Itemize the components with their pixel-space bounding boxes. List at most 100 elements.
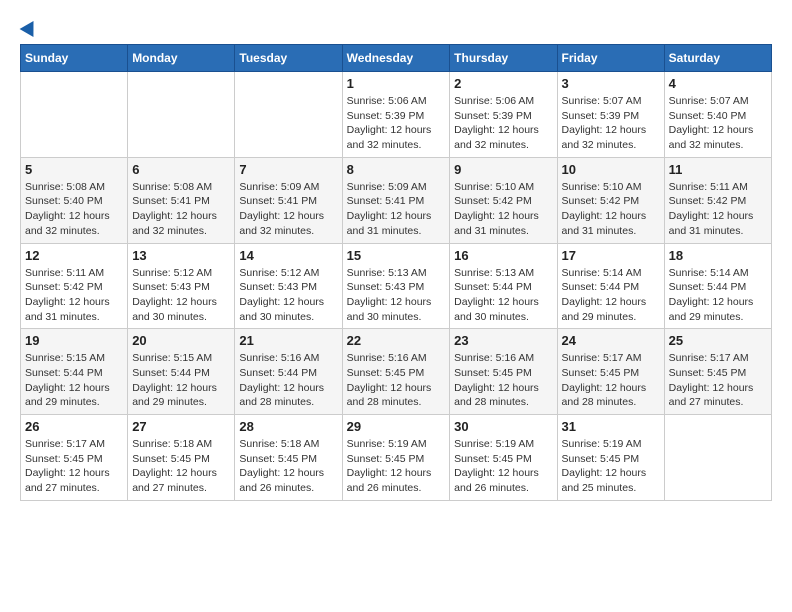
day-info: Sunrise: 5:19 AM Sunset: 5:45 PM Dayligh… xyxy=(454,437,552,496)
calendar-day-cell: 26 Sunrise: 5:17 AM Sunset: 5:45 PM Dayli… xyxy=(21,415,128,501)
day-number: 26 xyxy=(25,419,123,434)
calendar-day-cell: 9 Sunrise: 5:10 AM Sunset: 5:42 PM Daylig… xyxy=(450,157,557,243)
calendar-week-row: 26 Sunrise: 5:17 AM Sunset: 5:45 PM Dayli… xyxy=(21,415,772,501)
day-number: 19 xyxy=(25,333,123,348)
day-number: 31 xyxy=(562,419,660,434)
day-info: Sunrise: 5:15 AM Sunset: 5:44 PM Dayligh… xyxy=(25,351,123,410)
day-info: Sunrise: 5:17 AM Sunset: 5:45 PM Dayligh… xyxy=(562,351,660,410)
day-info: Sunrise: 5:10 AM Sunset: 5:42 PM Dayligh… xyxy=(562,180,660,239)
day-info: Sunrise: 5:16 AM Sunset: 5:45 PM Dayligh… xyxy=(454,351,552,410)
calendar-week-row: 1 Sunrise: 5:06 AM Sunset: 5:39 PM Daylig… xyxy=(21,72,772,158)
weekday-header-wednesday: Wednesday xyxy=(342,45,450,72)
day-info: Sunrise: 5:13 AM Sunset: 5:43 PM Dayligh… xyxy=(347,266,446,325)
day-info: Sunrise: 5:16 AM Sunset: 5:44 PM Dayligh… xyxy=(239,351,337,410)
day-info: Sunrise: 5:08 AM Sunset: 5:41 PM Dayligh… xyxy=(132,180,230,239)
day-number: 23 xyxy=(454,333,552,348)
calendar-day-cell: 10 Sunrise: 5:10 AM Sunset: 5:42 PM Dayli… xyxy=(557,157,664,243)
day-number: 8 xyxy=(347,162,446,177)
calendar-empty-cell xyxy=(128,72,235,158)
weekday-header-tuesday: Tuesday xyxy=(235,45,342,72)
calendar-day-cell: 21 Sunrise: 5:16 AM Sunset: 5:44 PM Dayli… xyxy=(235,329,342,415)
day-number: 1 xyxy=(347,76,446,91)
weekday-header-friday: Friday xyxy=(557,45,664,72)
calendar-day-cell: 18 Sunrise: 5:14 AM Sunset: 5:44 PM Dayli… xyxy=(664,243,771,329)
day-info: Sunrise: 5:19 AM Sunset: 5:45 PM Dayligh… xyxy=(562,437,660,496)
calendar-week-row: 5Sunrise: 5:08 AM Sunset: 5:40 PM Daylig… xyxy=(21,157,772,243)
day-number: 24 xyxy=(562,333,660,348)
calendar-day-cell: 30 Sunrise: 5:19 AM Sunset: 5:45 PM Dayli… xyxy=(450,415,557,501)
day-number: 25 xyxy=(669,333,767,348)
calendar-day-cell: 27Sunrise: 5:18 AM Sunset: 5:45 PM Dayli… xyxy=(128,415,235,501)
day-number: 29 xyxy=(347,419,446,434)
calendar-day-cell: 14Sunrise: 5:12 AM Sunset: 5:43 PM Dayli… xyxy=(235,243,342,329)
calendar-day-cell: 19 Sunrise: 5:15 AM Sunset: 5:44 PM Dayli… xyxy=(21,329,128,415)
day-number: 21 xyxy=(239,333,337,348)
calendar-week-row: 12 Sunrise: 5:11 AM Sunset: 5:42 PM Dayli… xyxy=(21,243,772,329)
calendar-day-cell: 15 Sunrise: 5:13 AM Sunset: 5:43 PM Dayli… xyxy=(342,243,450,329)
calendar-day-cell: 4 Sunrise: 5:07 AM Sunset: 5:40 PM Daylig… xyxy=(664,72,771,158)
day-info: Sunrise: 5:14 AM Sunset: 5:44 PM Dayligh… xyxy=(562,266,660,325)
day-number: 12 xyxy=(25,248,123,263)
weekday-header-monday: Monday xyxy=(128,45,235,72)
weekday-header-sunday: Sunday xyxy=(21,45,128,72)
day-info: Sunrise: 5:19 AM Sunset: 5:45 PM Dayligh… xyxy=(347,437,446,496)
calendar-empty-cell xyxy=(664,415,771,501)
logo xyxy=(20,20,40,34)
day-info: Sunrise: 5:07 AM Sunset: 5:40 PM Dayligh… xyxy=(669,94,767,153)
calendar-day-cell: 17 Sunrise: 5:14 AM Sunset: 5:44 PM Dayli… xyxy=(557,243,664,329)
calendar-day-cell: 3 Sunrise: 5:07 AM Sunset: 5:39 PM Daylig… xyxy=(557,72,664,158)
day-number: 11 xyxy=(669,162,767,177)
weekday-header-saturday: Saturday xyxy=(664,45,771,72)
calendar-day-cell: 31 Sunrise: 5:19 AM Sunset: 5:45 PM Dayli… xyxy=(557,415,664,501)
calendar-day-cell: 1 Sunrise: 5:06 AM Sunset: 5:39 PM Daylig… xyxy=(342,72,450,158)
day-info: Sunrise: 5:06 AM Sunset: 5:39 PM Dayligh… xyxy=(347,94,446,153)
day-number: 5 xyxy=(25,162,123,177)
calendar-day-cell: 5Sunrise: 5:08 AM Sunset: 5:40 PM Daylig… xyxy=(21,157,128,243)
day-number: 10 xyxy=(562,162,660,177)
calendar-day-cell: 28Sunrise: 5:18 AM Sunset: 5:45 PM Dayli… xyxy=(235,415,342,501)
day-info: Sunrise: 5:06 AM Sunset: 5:39 PM Dayligh… xyxy=(454,94,552,153)
calendar-body: 1 Sunrise: 5:06 AM Sunset: 5:39 PM Daylig… xyxy=(21,72,772,501)
calendar-day-cell: 24 Sunrise: 5:17 AM Sunset: 5:45 PM Dayli… xyxy=(557,329,664,415)
calendar-day-cell: 29 Sunrise: 5:19 AM Sunset: 5:45 PM Dayli… xyxy=(342,415,450,501)
day-number: 20 xyxy=(132,333,230,348)
calendar-day-cell: 20 Sunrise: 5:15 AM Sunset: 5:44 PM Dayli… xyxy=(128,329,235,415)
day-info: Sunrise: 5:10 AM Sunset: 5:42 PM Dayligh… xyxy=(454,180,552,239)
day-info: Sunrise: 5:15 AM Sunset: 5:44 PM Dayligh… xyxy=(132,351,230,410)
weekday-header-thursday: Thursday xyxy=(450,45,557,72)
calendar-week-row: 19 Sunrise: 5:15 AM Sunset: 5:44 PM Dayli… xyxy=(21,329,772,415)
day-number: 14 xyxy=(239,248,337,263)
day-info: Sunrise: 5:09 AM Sunset: 5:41 PM Dayligh… xyxy=(239,180,337,239)
day-info: Sunrise: 5:18 AM Sunset: 5:45 PM Dayligh… xyxy=(132,437,230,496)
logo-triangle-icon xyxy=(20,17,41,37)
day-number: 15 xyxy=(347,248,446,263)
calendar-day-cell: 12 Sunrise: 5:11 AM Sunset: 5:42 PM Dayli… xyxy=(21,243,128,329)
day-info: Sunrise: 5:07 AM Sunset: 5:39 PM Dayligh… xyxy=(562,94,660,153)
day-info: Sunrise: 5:13 AM Sunset: 5:44 PM Dayligh… xyxy=(454,266,552,325)
day-info: Sunrise: 5:11 AM Sunset: 5:42 PM Dayligh… xyxy=(25,266,123,325)
day-info: Sunrise: 5:17 AM Sunset: 5:45 PM Dayligh… xyxy=(669,351,767,410)
calendar-day-cell: 8Sunrise: 5:09 AM Sunset: 5:41 PM Daylig… xyxy=(342,157,450,243)
calendar-day-cell: 2Sunrise: 5:06 AM Sunset: 5:39 PM Daylig… xyxy=(450,72,557,158)
day-info: Sunrise: 5:11 AM Sunset: 5:42 PM Dayligh… xyxy=(669,180,767,239)
day-number: 16 xyxy=(454,248,552,263)
calendar-empty-cell xyxy=(235,72,342,158)
calendar-day-cell: 22Sunrise: 5:16 AM Sunset: 5:45 PM Dayli… xyxy=(342,329,450,415)
calendar-empty-cell xyxy=(21,72,128,158)
day-number: 18 xyxy=(669,248,767,263)
calendar-header: SundayMondayTuesdayWednesdayThursdayFrid… xyxy=(21,45,772,72)
day-number: 17 xyxy=(562,248,660,263)
day-info: Sunrise: 5:14 AM Sunset: 5:44 PM Dayligh… xyxy=(669,266,767,325)
day-number: 28 xyxy=(239,419,337,434)
day-number: 9 xyxy=(454,162,552,177)
calendar-day-cell: 7Sunrise: 5:09 AM Sunset: 5:41 PM Daylig… xyxy=(235,157,342,243)
page-header xyxy=(20,20,772,34)
day-info: Sunrise: 5:16 AM Sunset: 5:45 PM Dayligh… xyxy=(347,351,446,410)
day-info: Sunrise: 5:12 AM Sunset: 5:43 PM Dayligh… xyxy=(132,266,230,325)
day-number: 13 xyxy=(132,248,230,263)
day-number: 30 xyxy=(454,419,552,434)
calendar-table: SundayMondayTuesdayWednesdayThursdayFrid… xyxy=(20,44,772,501)
day-number: 4 xyxy=(669,76,767,91)
day-number: 3 xyxy=(562,76,660,91)
day-info: Sunrise: 5:17 AM Sunset: 5:45 PM Dayligh… xyxy=(25,437,123,496)
